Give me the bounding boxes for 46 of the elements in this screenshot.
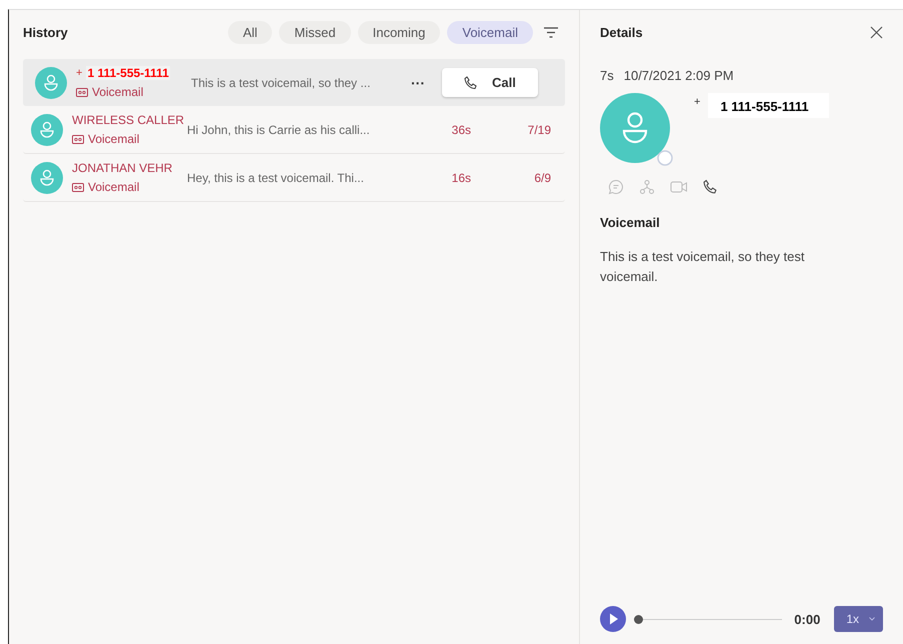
call-duration: 16s (450, 170, 471, 184)
call-type: Voicemail (92, 85, 144, 99)
phone-icon (464, 76, 478, 90)
call-date: 6/9 (534, 170, 551, 184)
message-preview: Hey, this is a test voicemail. Thi... (187, 170, 365, 184)
filter-tab[interactable]: Voicemail (447, 20, 533, 44)
caller-name: WIRELESS CALLER (72, 113, 184, 127)
filter-tab[interactable]: Incoming (358, 20, 440, 44)
caller-name: 1 111-555-1111 (86, 66, 170, 80)
filter-tab[interactable]: Missed (279, 20, 351, 44)
call-row[interactable]: JONATHAN VEHR Voicemail Hey, this is a test voicemail. Thi... 16s 6/9 (23, 154, 565, 202)
call-datetime: 10/7/2021 2:09 PM (624, 68, 734, 83)
caller-name: JONATHAN VEHR (72, 161, 172, 175)
voicemail-icon (76, 88, 88, 96)
voicemail-icon (72, 182, 84, 192)
phone-icon[interactable] (703, 179, 718, 195)
call-button[interactable]: Call (442, 68, 538, 97)
call-date: 7/19 (528, 122, 551, 136)
playback-time: 0:00 (794, 612, 820, 626)
avatar-icon (600, 93, 674, 167)
more-button[interactable]: ··· (411, 74, 425, 90)
message-preview: Hi John, this is Carrie as his calli... (187, 122, 371, 136)
avatar-icon (31, 162, 63, 194)
panel-title: History (23, 24, 68, 40)
plus-sign: + (76, 67, 82, 79)
avatar-icon (35, 66, 67, 98)
chevron-icon (869, 617, 875, 621)
close-icon[interactable] (870, 26, 883, 38)
phone-number: 1 111-555-1111 (708, 93, 829, 118)
call-row[interactable]: + 1 111-555-1111 Voicemail This is a test voicemail, so they ... ··· Call (23, 59, 565, 106)
speed-button[interactable]: 1x (834, 606, 883, 632)
message-preview: This is a test voicemail, so they ... (191, 76, 372, 90)
filter-tab[interactable]: All (228, 20, 272, 44)
voicemail-transcript: This is a test voicemail, so they test voicemail. (600, 248, 806, 286)
call-type: Voicemail (88, 180, 140, 194)
plus-sign: + (694, 96, 700, 108)
avatar-icon (31, 114, 63, 146)
slider-thumb[interactable] (634, 614, 643, 624)
call-duration: 36s (450, 122, 471, 136)
section-heading: Voicemail (600, 215, 661, 230)
voicemail-icon (72, 134, 84, 144)
panel-title: Details (600, 24, 643, 40)
filter-icon[interactable] (544, 26, 558, 38)
call-type: Voicemail (88, 132, 140, 146)
play-button[interactable] (600, 606, 626, 632)
call-duration: 7s (600, 68, 614, 83)
